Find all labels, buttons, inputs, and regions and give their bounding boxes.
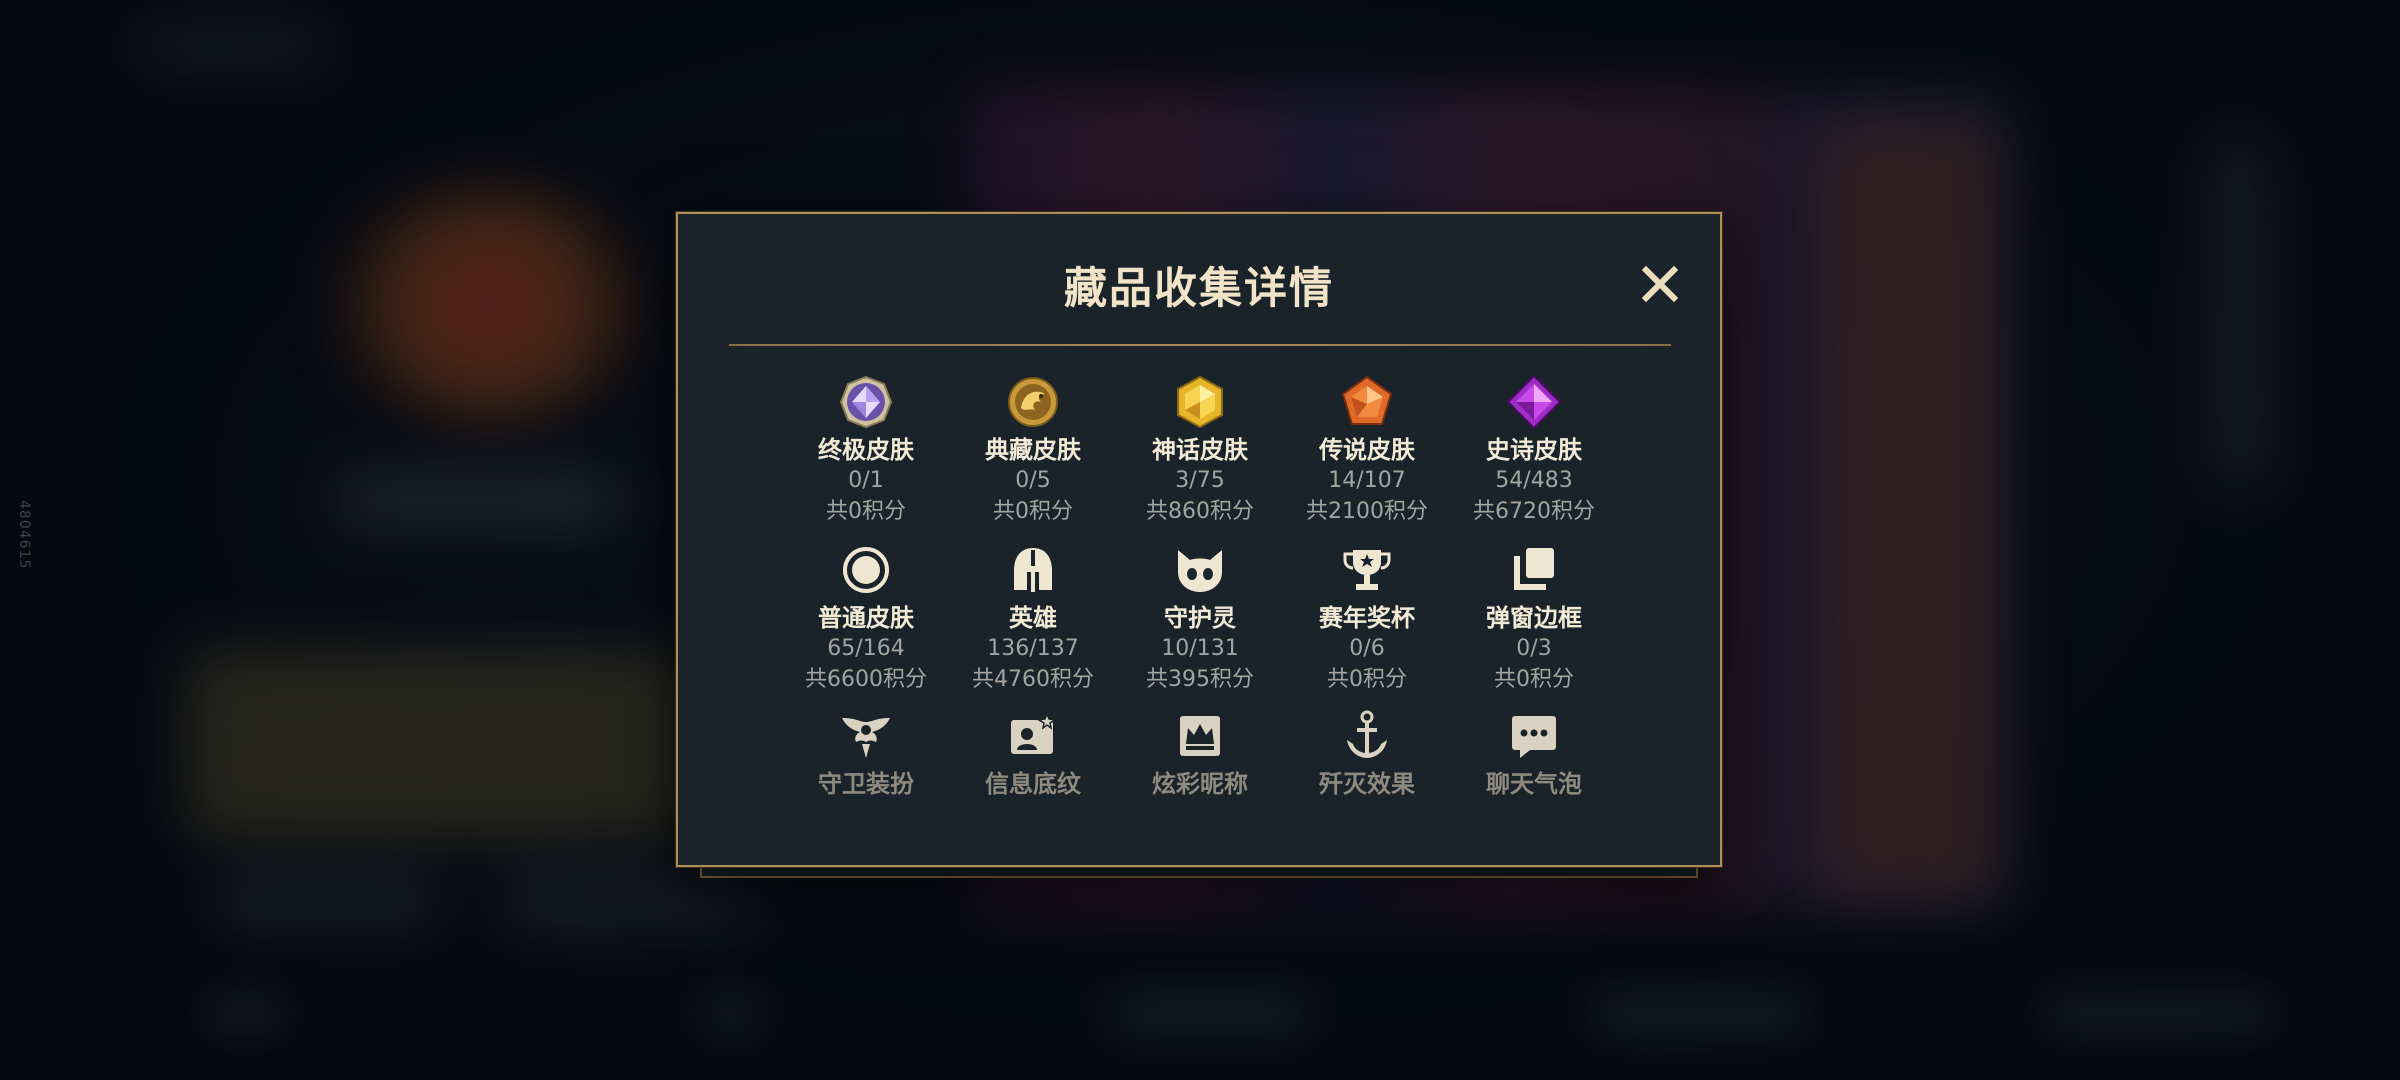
collection-item-season-trophy[interactable]: 赛年奖杯 0/6 共0积分	[1287, 542, 1447, 696]
collection-item-champion[interactable]: 英雄 136/137 共4760积分	[953, 542, 1113, 696]
dialog-underframe	[700, 866, 1698, 878]
little-legend-icon	[1178, 550, 1222, 592]
item-name: 弹窗边框	[1486, 604, 1582, 632]
item-count: 65/164	[827, 636, 905, 661]
guardian-wings-icon	[842, 718, 890, 758]
collection-item-prestige-skin[interactable]: 典藏皮肤 0/5 共0积分	[953, 374, 1113, 528]
item-points: 共6720积分	[1473, 499, 1595, 524]
mythic-skin-gem-icon	[1177, 375, 1223, 429]
item-name: 终极皮肤	[818, 436, 914, 464]
collection-grid[interactable]: 终极皮肤 0/1 共0积分 典藏皮肤 0/5 共0积分 神话皮肤 3/75 共8…	[678, 214, 1720, 804]
item-count: 0/3	[1516, 636, 1552, 661]
epic-skin-gem-icon	[1506, 374, 1562, 430]
item-count: 136/137	[987, 636, 1079, 661]
item-count: 14/107	[1328, 468, 1406, 493]
item-name: 守护灵	[1164, 604, 1236, 632]
item-name: 传说皮肤	[1319, 436, 1415, 464]
item-count: 3/75	[1175, 468, 1225, 493]
ultimate-skin-gem-icon	[839, 375, 893, 429]
item-points: 共0积分	[826, 499, 906, 524]
item-points: 共2100积分	[1306, 499, 1428, 524]
item-name: 神话皮肤	[1152, 436, 1248, 464]
item-count: 10/131	[1161, 636, 1239, 661]
item-points: 共6600积分	[805, 667, 927, 692]
crown-nameplate-icon	[1180, 716, 1220, 756]
collection-item-popup-frame[interactable]: 弹窗边框 0/3 共0积分	[1454, 542, 1614, 696]
item-count: 0/1	[848, 468, 884, 493]
collection-item-colorful-nickname[interactable]: 炫彩昵称	[1120, 708, 1280, 800]
item-name: 普通皮肤	[818, 604, 914, 632]
item-count: 0/6	[1349, 636, 1385, 661]
item-points: 共0积分	[1494, 667, 1574, 692]
collection-item-finisher-effect[interactable]: 歼灭效果	[1287, 708, 1447, 800]
collection-item-guardian-outfit[interactable]: 守卫装扮	[786, 708, 946, 800]
collection-item-epic-skin[interactable]: 史诗皮肤 54/483 共6720积分	[1454, 374, 1614, 528]
item-count: 54/483	[1495, 468, 1573, 493]
item-points: 共395积分	[1146, 667, 1254, 692]
legendary-skin-gem-icon	[1341, 375, 1393, 425]
standard-skin-circle-icon	[843, 547, 889, 593]
trophy-icon	[1343, 550, 1391, 590]
item-name: 聊天气泡	[1486, 770, 1582, 798]
item-count: 0/5	[1015, 468, 1051, 493]
collection-item-profile-banner[interactable]: 信息底纹	[953, 708, 1113, 800]
collection-item-legendary-skin[interactable]: 传说皮肤 14/107 共2100积分	[1287, 374, 1447, 528]
item-points: 共4760积分	[972, 667, 1094, 692]
item-points: 共0积分	[1327, 667, 1407, 692]
item-name: 守卫装扮	[818, 770, 914, 798]
item-name: 典藏皮肤	[985, 436, 1081, 464]
item-points: 共860积分	[1146, 499, 1254, 524]
finisher-anchor-icon	[1347, 710, 1387, 758]
collection-item-chat-bubble[interactable]: 聊天气泡	[1454, 708, 1614, 800]
profile-banner-icon	[1011, 711, 1058, 754]
collection-item-mythic-skin[interactable]: 神话皮肤 3/75 共860积分	[1120, 374, 1280, 528]
item-name: 史诗皮肤	[1486, 436, 1582, 464]
champion-helmet-icon	[1014, 548, 1052, 592]
collection-details-dialog: 藏品收集详情 终极皮肤 0/1 共0积分 典藏皮肤 0/5 共0积分 神话皮肤 …	[676, 212, 1722, 867]
collection-item-little-legend[interactable]: 守护灵 10/131 共395积分	[1120, 542, 1280, 696]
item-name: 赛年奖杯	[1319, 604, 1415, 632]
chat-bubble-icon	[1512, 716, 1556, 758]
collection-item-standard-skin[interactable]: 普通皮肤 65/164 共6600积分	[786, 542, 946, 696]
side-id-text: 4804615	[16, 500, 32, 570]
collection-item-ultimate-skin[interactable]: 终极皮肤 0/1 共0积分	[786, 374, 946, 528]
prestige-skin-dragon-icon	[1008, 377, 1058, 427]
frame-stack-icon	[1514, 548, 1554, 590]
item-name: 歼灭效果	[1319, 770, 1415, 798]
item-name: 炫彩昵称	[1152, 770, 1248, 798]
item-name: 信息底纹	[985, 770, 1081, 798]
item-name: 英雄	[1009, 604, 1057, 632]
item-points: 共0积分	[993, 499, 1073, 524]
